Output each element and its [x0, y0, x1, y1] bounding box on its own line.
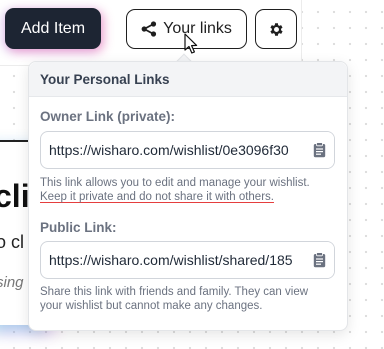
owner-link-help: This link allows you to edit and manage … [40, 176, 340, 204]
public-link-label: Public Link: [40, 220, 117, 235]
owner-link-warning: Keep it private and do not share it with… [40, 191, 274, 203]
background-heading: cli [0, 178, 30, 214]
background-subtitle: o cl [0, 232, 25, 252]
owner-link-value[interactable]: https://wisharo.com/wishlist/0e3096f30 [41, 142, 304, 158]
gear-icon [269, 22, 283, 36]
public-link-help: Share this link with friends and family.… [40, 286, 309, 312]
owner-link-help-line1: This link allows you to edit and manage … [40, 177, 310, 189]
settings-button[interactable] [255, 9, 297, 49]
copy-owner-link-button[interactable] [304, 132, 334, 168]
clipboard-icon [313, 142, 325, 158]
copy-public-link-button[interactable] [304, 242, 334, 278]
share-icon [141, 21, 157, 37]
background-italic-text: sing [0, 274, 24, 291]
public-link-field[interactable]: https://wisharo.com/wishlist/shared/185 [40, 241, 335, 279]
personal-links-popover: Your Personal Links Owner Link (private)… [28, 61, 348, 331]
owner-link-field[interactable]: https://wisharo.com/wishlist/0e3096f30 [40, 131, 335, 169]
clipboard-icon [313, 252, 325, 268]
add-item-button[interactable]: Add Item [5, 8, 101, 49]
popover-title: Your Personal Links [29, 62, 347, 97]
owner-link-label: Owner Link (private): [40, 109, 176, 124]
pointer-cursor-icon [184, 33, 198, 54]
public-link-value[interactable]: https://wisharo.com/wishlist/shared/185 [41, 252, 304, 268]
